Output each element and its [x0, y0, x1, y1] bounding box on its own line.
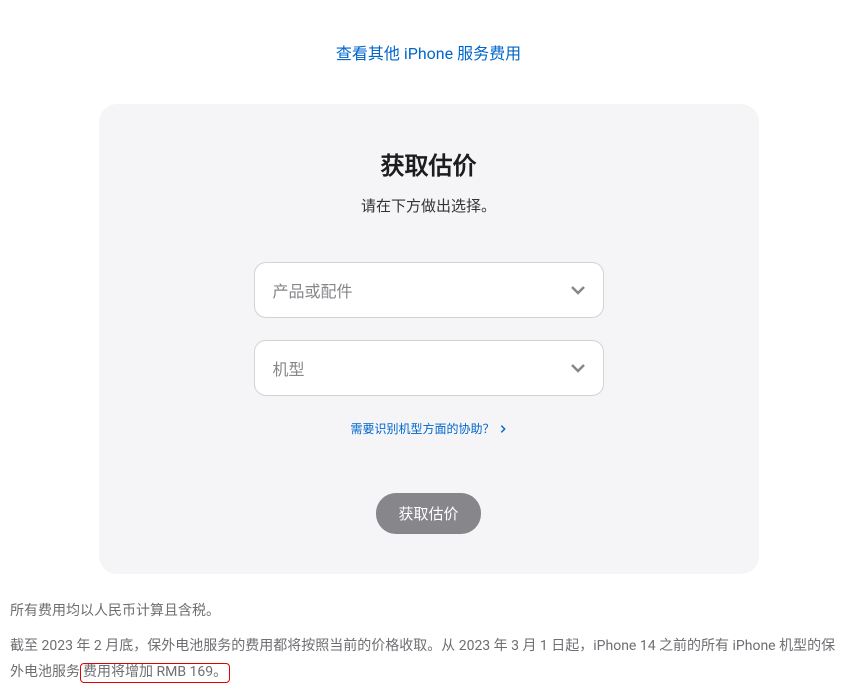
chevron-down-icon: [571, 283, 585, 297]
top-link-other-services[interactable]: 查看其他 iPhone 服务费用: [0, 40, 857, 64]
identify-model-help-link[interactable]: 需要识别机型方面的协助？: [350, 420, 506, 437]
footer-line-2: 截至 2023 年 2 月底，保外电池服务的费用都将按照当前的价格收取。从 20…: [10, 633, 840, 686]
card-subtitle: 请在下方做出选择。: [149, 195, 709, 216]
product-select-placeholder: 产品或配件: [273, 278, 353, 302]
help-link-text: 需要识别机型方面的协助？: [350, 420, 494, 437]
model-select-placeholder: 机型: [273, 356, 305, 380]
chevron-right-icon: [499, 425, 507, 433]
estimate-card: 获取估价 请在下方做出选择。 产品或配件 机型 需要识别机型方面的协助？ 获取估…: [99, 104, 759, 574]
get-estimate-button[interactable]: 获取估价: [376, 493, 480, 534]
model-select[interactable]: 机型: [254, 340, 604, 396]
card-title: 获取估价: [149, 146, 709, 181]
product-select[interactable]: 产品或配件: [254, 262, 604, 318]
chevron-down-icon: [571, 361, 585, 375]
footer-line-1: 所有费用均以人民币计算且含税。: [10, 598, 840, 625]
footer-highlight: 费用将增加 RMB 169。: [80, 663, 230, 683]
footer-notes: 所有费用均以人民币计算且含税。 截至 2023 年 2 月底，保外电池服务的费用…: [10, 598, 840, 686]
